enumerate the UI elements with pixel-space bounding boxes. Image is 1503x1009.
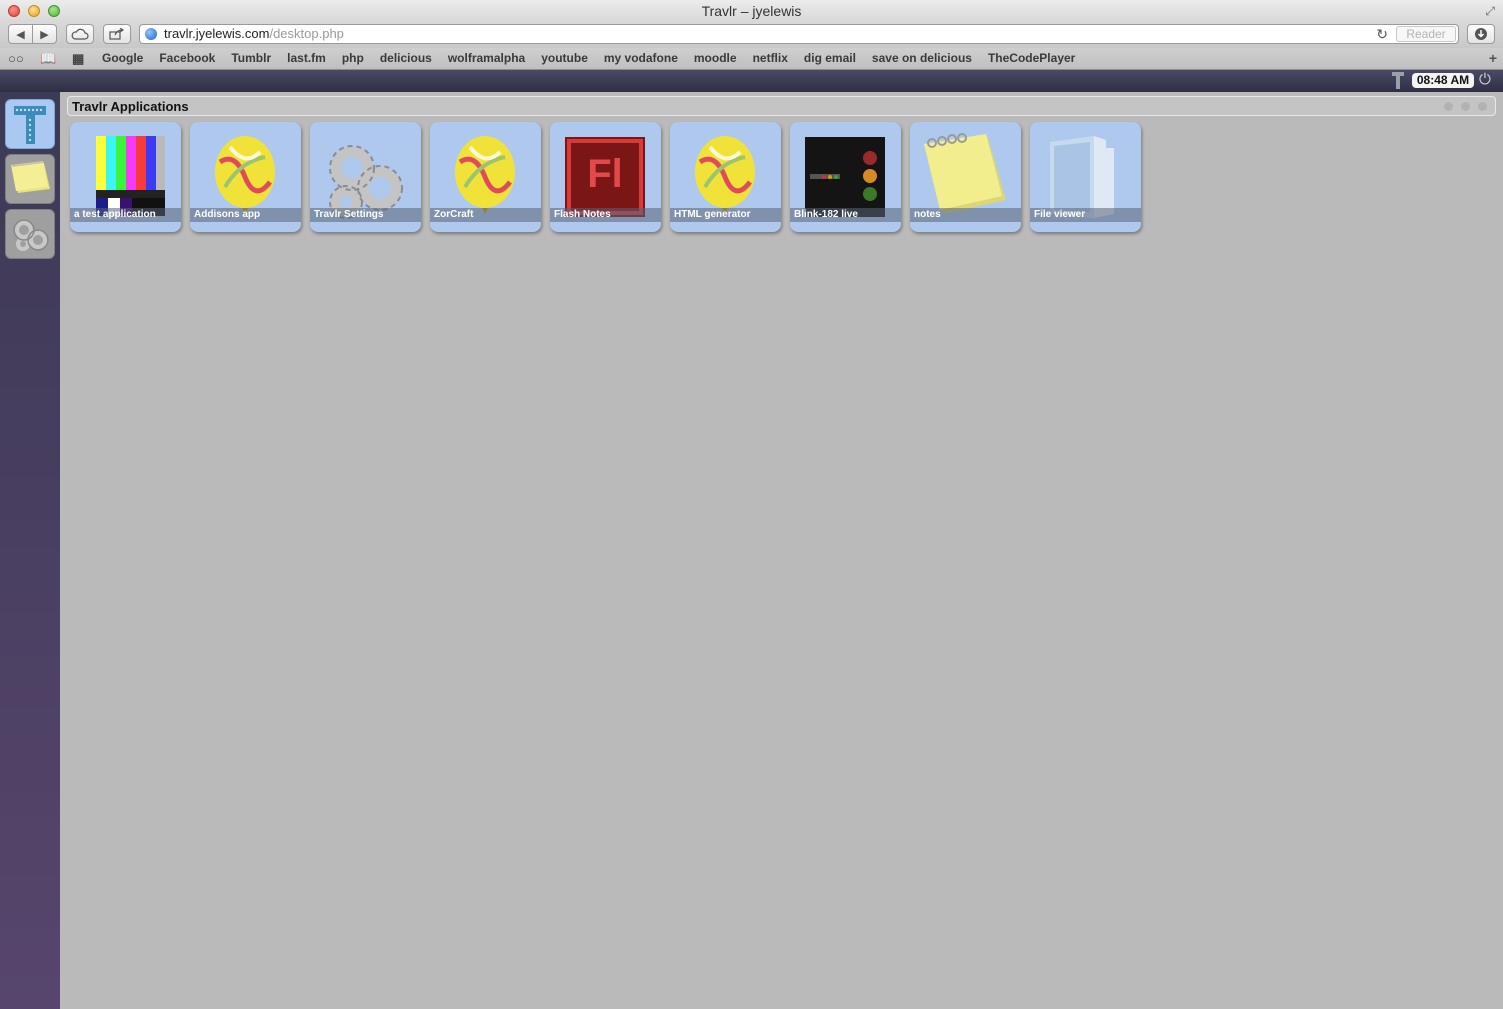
- panel-title: Travlr Applications: [72, 99, 189, 114]
- app-dock: [0, 92, 60, 1009]
- dock-item-travlr-applications[interactable]: [5, 99, 55, 149]
- window-titlebar: Travlr – jyelewis ⤢: [0, 0, 1503, 22]
- bookmark-delicious[interactable]: delicious: [380, 51, 432, 65]
- bookmark-tumblr[interactable]: Tumblr: [231, 51, 271, 65]
- bookmark-moodle[interactable]: moodle: [694, 51, 737, 65]
- app-label: File viewer: [1030, 208, 1141, 222]
- url-path: /desktop.php: [269, 26, 344, 41]
- travlr-logo-icon[interactable]: [1392, 72, 1404, 89]
- bookmark-facebook[interactable]: Facebook: [159, 51, 215, 65]
- app-tile-travlr-settings[interactable]: Travlr Settings: [310, 122, 421, 232]
- window-control-dot[interactable]: [1461, 102, 1470, 111]
- app-label: notes: [910, 208, 1021, 222]
- app-label: Travlr Settings: [310, 208, 421, 222]
- icloud-tabs-button[interactable]: [66, 24, 94, 44]
- power-icon[interactable]: ⏻: [1479, 71, 1491, 88]
- bookmark-dig-email[interactable]: dig email: [804, 51, 856, 65]
- globe-icon: [145, 28, 157, 40]
- app-tile-flash-notes[interactable]: Fl Flash Notes: [550, 122, 661, 232]
- new-tab-plus-icon[interactable]: +: [1489, 50, 1497, 66]
- bookmarks-book-icon[interactable]: 📖: [40, 51, 56, 67]
- bookmark-netflix[interactable]: netflix: [753, 51, 788, 65]
- app-tile-zorcraft[interactable]: ZorCraft: [430, 122, 541, 232]
- top-sites-grid-icon[interactable]: ▦: [72, 51, 84, 67]
- bookmark-my-vodafone[interactable]: my vodafone: [604, 51, 678, 65]
- reading-list-icon[interactable]: ○○: [8, 51, 24, 66]
- reload-icon[interactable]: ↻: [1376, 25, 1388, 43]
- bookmark-youtube[interactable]: youtube: [541, 51, 588, 65]
- gears-icon: [13, 219, 49, 251]
- travlr-topbar: 08:48 AM ⏻: [0, 70, 1503, 92]
- dock-item-notes[interactable]: [5, 154, 55, 204]
- back-button[interactable]: ◀: [8, 24, 33, 44]
- app-label: a test application: [70, 208, 181, 222]
- app-label: ZorCraft: [430, 208, 541, 222]
- window-control-dot[interactable]: [1444, 102, 1453, 111]
- notepad-icon: [11, 161, 50, 193]
- bookmark-php[interactable]: php: [342, 51, 364, 65]
- reader-button[interactable]: Reader: [1396, 26, 1456, 42]
- bookmark-save-on-delicious[interactable]: save on delicious: [872, 51, 972, 65]
- share-button[interactable]: [103, 24, 131, 44]
- travlr-logo-icon: [14, 106, 46, 144]
- download-icon: [1475, 28, 1487, 40]
- bookmarks-bar: ○○ 📖 ▦ Google Facebook Tumblr last.fm ph…: [0, 48, 1503, 70]
- app-tile-html-generator[interactable]: HTML generator: [670, 122, 781, 232]
- bookmark-wolframalpha[interactable]: wolframalpha: [448, 51, 525, 65]
- applications-window-header: Travlr Applications: [67, 96, 1496, 116]
- window-control-dot[interactable]: [1478, 102, 1487, 111]
- downloads-button[interactable]: [1467, 24, 1495, 44]
- app-tile-a-test-application[interactable]: a test application: [70, 122, 181, 232]
- app-tile-addisons-app[interactable]: Addisons app: [190, 122, 301, 232]
- clock: 08:48 AM: [1412, 73, 1474, 88]
- cloud-icon: [71, 28, 89, 40]
- bookmark-lastfm[interactable]: last.fm: [287, 51, 326, 65]
- app-tile-blink-182-live[interactable]: Blink-182 live: [790, 122, 901, 232]
- url-host: travlr.jyelewis.com: [164, 26, 270, 41]
- bookmark-google[interactable]: Google: [102, 51, 143, 65]
- app-label: Flash Notes: [550, 208, 661, 222]
- url-text: travlr.jyelewis.com/desktop.php: [164, 25, 344, 43]
- flash-fl-text: Fl: [587, 152, 623, 196]
- browser-toolbar: ◀ ▶ travlr.jyelewis.com/desktop.php ↻ Re…: [0, 22, 1503, 48]
- bookmark-list: Google Facebook Tumblr last.fm php delic…: [102, 51, 1091, 65]
- share-icon: [109, 28, 125, 40]
- bookmark-thecodeplayer[interactable]: TheCodePlayer: [988, 51, 1075, 65]
- app-label: Blink-182 live: [790, 208, 901, 222]
- dock-item-settings[interactable]: [5, 209, 55, 259]
- app-tile-file-viewer[interactable]: File viewer: [1030, 122, 1141, 232]
- forward-button[interactable]: ▶: [32, 24, 57, 44]
- app-label: HTML generator: [670, 208, 781, 222]
- app-tile-notes[interactable]: notes: [910, 122, 1021, 232]
- address-bar[interactable]: travlr.jyelewis.com/desktop.php ↻ Reader: [139, 24, 1459, 44]
- app-label: Addisons app: [190, 208, 301, 222]
- chevron-left-icon: ◀: [16, 28, 25, 41]
- window-title: Travlr – jyelewis: [701, 3, 802, 19]
- chevron-right-icon: ▶: [40, 28, 49, 41]
- fullscreen-icon[interactable]: ⤢: [1485, 4, 1495, 19]
